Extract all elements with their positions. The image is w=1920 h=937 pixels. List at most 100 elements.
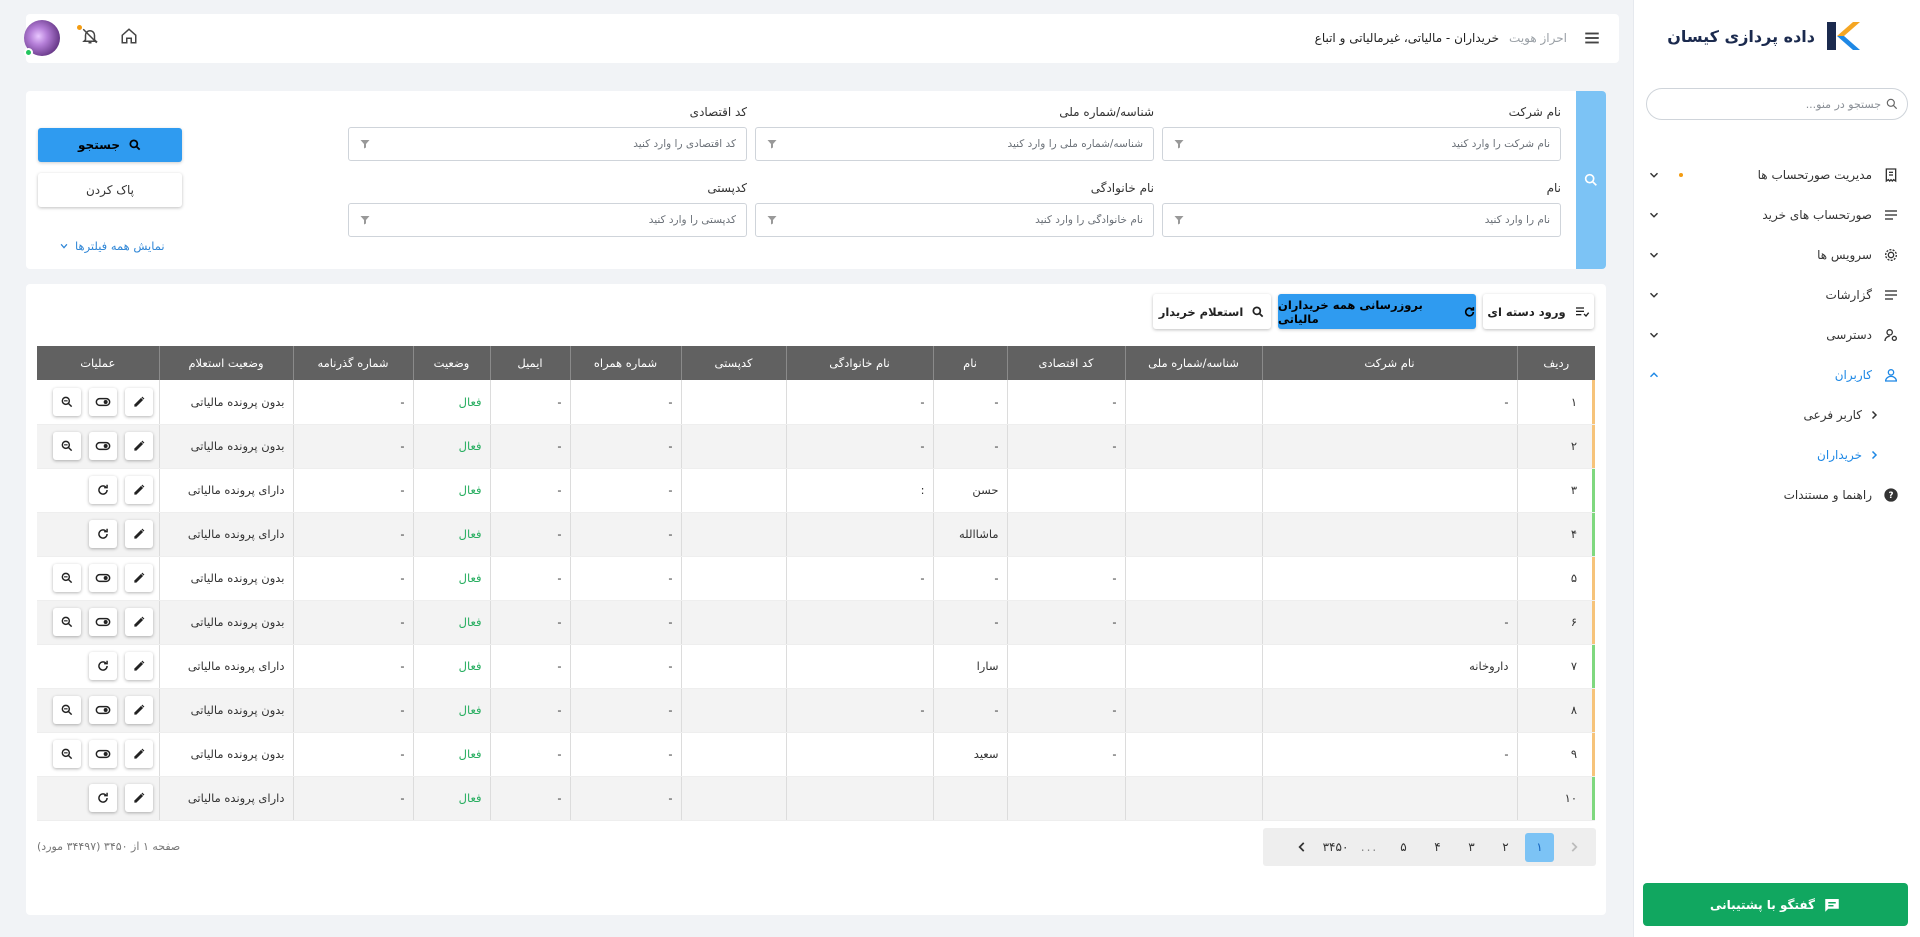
- page-button[interactable]: ۳۴۵۰: [1321, 833, 1350, 862]
- page-button[interactable]: ۳: [1457, 833, 1486, 862]
- sidebar-subitem-label: کاربر فرعی: [1803, 408, 1862, 422]
- postal-code-cell: [680, 556, 786, 601]
- economic-code-box[interactable]: [348, 127, 747, 161]
- first-name-input[interactable]: [1185, 214, 1550, 226]
- avatar[interactable]: [24, 20, 60, 57]
- filter-icon[interactable]: [766, 214, 778, 226]
- edit-button[interactable]: [124, 520, 153, 548]
- edit-button[interactable]: [124, 387, 153, 416]
- zoom-button[interactable]: [52, 608, 81, 636]
- column-header[interactable]: کد اقتصادی: [1006, 346, 1125, 380]
- next-page-button[interactable]: [1287, 833, 1316, 862]
- passport-cell: -: [292, 688, 413, 733]
- clear-button[interactable]: پاک کردن: [38, 173, 182, 207]
- search-button[interactable]: جستجو: [38, 128, 182, 162]
- edit-button[interactable]: [124, 564, 153, 592]
- refresh-button[interactable]: [88, 476, 117, 504]
- first-name-box[interactable]: [1162, 203, 1561, 237]
- company-name-input[interactable]: [1185, 138, 1550, 150]
- toggle-button[interactable]: [88, 387, 117, 416]
- edit-button[interactable]: [124, 608, 153, 636]
- last-name-box[interactable]: [755, 203, 1154, 237]
- national-id-input[interactable]: [778, 138, 1143, 150]
- show-all-label: نمایش همه فیلترها: [75, 239, 165, 253]
- national-id-cell: [1124, 600, 1262, 645]
- inquiry-status-cell: بدون پرونده مالیاتی: [158, 600, 293, 645]
- filter-icon[interactable]: [1173, 214, 1185, 226]
- edit-button[interactable]: [124, 696, 153, 724]
- column-header[interactable]: ردیف: [1516, 346, 1595, 380]
- breadcrumb-parent[interactable]: احراز هویت: [1509, 31, 1567, 45]
- filter-icon[interactable]: [1173, 138, 1185, 150]
- toggle-button[interactable]: [88, 696, 117, 724]
- filter-icon[interactable]: [359, 138, 371, 150]
- economic-code-input[interactable]: [371, 138, 736, 150]
- column-header[interactable]: نام خانوادگی: [785, 346, 933, 380]
- last-name-input[interactable]: [778, 214, 1143, 226]
- sidebar-item-access[interactable]: دسترسی: [1633, 315, 1920, 355]
- edit-button[interactable]: [124, 432, 153, 460]
- sidebar-item-reports[interactable]: گزارشات: [1633, 275, 1920, 315]
- sidebar-subitem-sub-user[interactable]: کاربر فرعی: [1633, 395, 1920, 435]
- company-name-box[interactable]: [1162, 127, 1561, 161]
- page-button[interactable]: ۴: [1423, 833, 1452, 862]
- status-cell: فعال: [412, 512, 490, 557]
- sidebar-item-users[interactable]: کاربران: [1633, 355, 1920, 395]
- column-header[interactable]: وضعیت استعلام: [158, 346, 293, 380]
- menu-search[interactable]: [1646, 88, 1908, 120]
- column-header[interactable]: کدپستی: [680, 346, 786, 380]
- edit-button[interactable]: [124, 740, 153, 768]
- edit-button[interactable]: [124, 476, 153, 504]
- page-button[interactable]: ۲: [1491, 833, 1520, 862]
- column-header[interactable]: شماره همراه: [569, 346, 681, 380]
- update-all-buyers-button[interactable]: بروزرسانی همه خریداران مالیاتی: [1278, 294, 1476, 329]
- page-button[interactable]: ۱: [1525, 832, 1554, 862]
- sidebar-item-help[interactable]: ? راهنما و مستندات: [1633, 475, 1920, 515]
- toggle-button[interactable]: [88, 432, 117, 460]
- home-icon[interactable]: [120, 27, 138, 45]
- column-header[interactable]: نام: [932, 346, 1007, 380]
- toggle-button[interactable]: [88, 564, 117, 592]
- prev-page-button[interactable]: [1559, 833, 1588, 862]
- filter-icon[interactable]: [766, 138, 778, 150]
- refresh-button[interactable]: [88, 520, 117, 548]
- operations-cell: [37, 380, 159, 425]
- menu-icon[interactable]: [1583, 29, 1601, 47]
- column-header[interactable]: شماره گذرنامه: [292, 346, 413, 380]
- bulk-import-button[interactable]: ورود دسته ای: [1483, 294, 1594, 329]
- toggle-button[interactable]: [88, 608, 117, 636]
- column-header[interactable]: ایمیل: [489, 346, 570, 380]
- edit-button[interactable]: [124, 784, 153, 812]
- logo[interactable]: داده پردازی کیسان: [1667, 20, 1861, 52]
- svg-text:?: ?: [1888, 491, 1893, 501]
- sidebar-item-invoice-management[interactable]: مدیریت صورتحساب ها: [1633, 155, 1920, 195]
- sidebar-subitem-buyers[interactable]: خریداران: [1633, 435, 1920, 475]
- toggle-button[interactable]: [88, 740, 117, 768]
- column-header[interactable]: نام شرکت: [1261, 346, 1517, 380]
- sidebar-item-purchase-invoices[interactable]: صورتحساب های خرید: [1633, 195, 1920, 235]
- page-button[interactable]: ۵: [1389, 833, 1418, 862]
- logo-text: داده پردازی کیسان: [1667, 26, 1815, 46]
- zoom-button[interactable]: [52, 432, 81, 460]
- passport-cell: -: [292, 424, 413, 469]
- zoom-button[interactable]: [52, 696, 81, 724]
- support-chat-button[interactable]: گفتگو با پشتیبانی: [1643, 883, 1908, 926]
- column-header[interactable]: وضعیت: [412, 346, 490, 380]
- filter-icon[interactable]: [359, 214, 371, 226]
- zoom-button[interactable]: [52, 564, 81, 592]
- postal-code-input[interactable]: [371, 214, 736, 226]
- column-header[interactable]: شناسه/شماره ملی: [1124, 346, 1262, 380]
- zoom-button[interactable]: [52, 740, 81, 768]
- buyer-inquiry-button[interactable]: استعلام خریدار: [1153, 294, 1271, 329]
- zoom-button[interactable]: [52, 387, 81, 416]
- national-id-box[interactable]: [755, 127, 1154, 161]
- show-all-filters-link[interactable]: نمایش همه فیلترها: [59, 239, 165, 253]
- postal-code-box[interactable]: [348, 203, 747, 237]
- filter-toggle[interactable]: [1576, 91, 1606, 269]
- sidebar-item-services[interactable]: سرویس ها: [1633, 235, 1920, 275]
- refresh-button[interactable]: [88, 784, 117, 812]
- refresh-button[interactable]: [88, 652, 117, 680]
- menu-search-input[interactable]: [1655, 97, 1885, 111]
- bell-icon[interactable]: [81, 27, 99, 45]
- edit-button[interactable]: [124, 652, 153, 680]
